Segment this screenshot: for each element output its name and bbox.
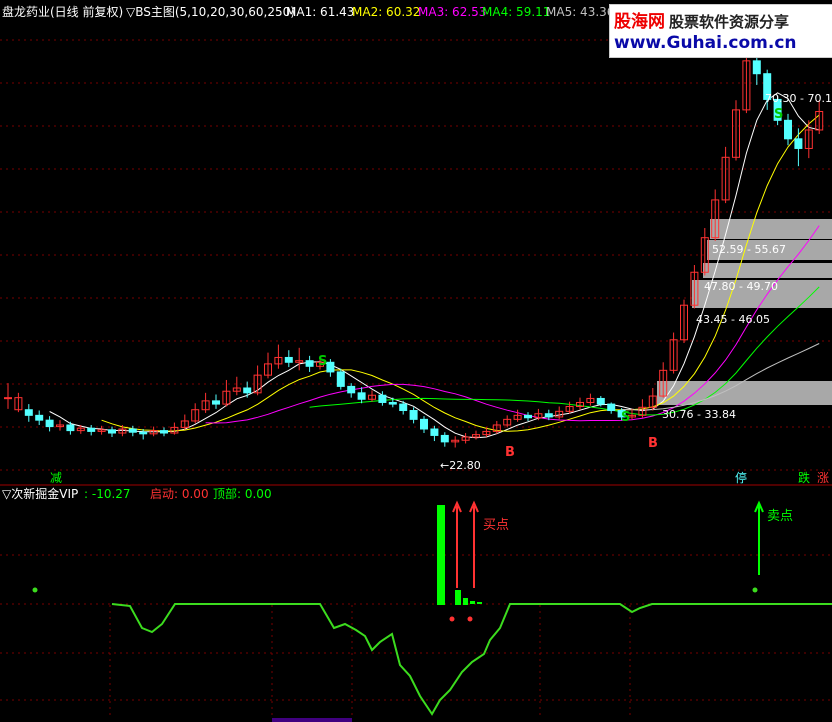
timeline-scroll[interactable] bbox=[272, 718, 352, 722]
fall-label: 跌 bbox=[798, 470, 810, 485]
candle-body bbox=[409, 410, 418, 420]
watermark-url: www.Guhai.com.cn bbox=[614, 33, 797, 53]
stock-chart: 盘龙药业(日线 前复权) ▽BS主图(5,10,20,30,60,250) MA… bbox=[0, 4, 832, 722]
signal-bar bbox=[477, 602, 482, 604]
price-annotation: 52.59 - 55.67 bbox=[712, 243, 786, 256]
candle-body bbox=[45, 419, 54, 428]
candle-body bbox=[399, 403, 408, 412]
ma4-label: MA4: 59.11 bbox=[482, 5, 550, 19]
low-price-annotation: ←22.80 bbox=[440, 459, 481, 472]
price-annotation: 70.30 - 70.1 bbox=[765, 92, 832, 105]
candle-body bbox=[35, 414, 44, 421]
halt-label: 停 bbox=[735, 470, 747, 485]
candle-body bbox=[596, 397, 605, 405]
price-zone bbox=[710, 219, 832, 239]
buy-signal: B bbox=[505, 445, 515, 460]
sell-signal: S bbox=[774, 107, 783, 122]
candle-body bbox=[440, 434, 449, 443]
candle-body bbox=[430, 428, 439, 436]
candle-body bbox=[160, 430, 168, 434]
candle-body bbox=[336, 371, 345, 387]
candle-body bbox=[87, 427, 96, 432]
candle-body bbox=[66, 424, 75, 432]
candle-body bbox=[128, 428, 137, 433]
reduce-label: 减 bbox=[50, 471, 62, 485]
top-value: 顶部: 0.00 bbox=[213, 486, 272, 501]
oscillator bbox=[32, 500, 832, 716]
candle-body bbox=[24, 409, 33, 416]
signal-bar bbox=[437, 505, 445, 605]
candle-body bbox=[388, 401, 397, 405]
candle-body bbox=[284, 356, 293, 363]
signal-dot bbox=[32, 587, 38, 593]
candle-body bbox=[524, 414, 532, 419]
signal-dot bbox=[449, 616, 455, 622]
lower-grid bbox=[0, 554, 832, 718]
ma2-label: MA2: 60.32 bbox=[352, 5, 420, 19]
signal-dot bbox=[467, 616, 473, 622]
sell-point-label: 卖点 bbox=[767, 509, 793, 524]
candle-body bbox=[347, 385, 356, 394]
candle-body bbox=[357, 392, 366, 400]
price-annotation: 43.45 - 46.05 bbox=[696, 313, 770, 326]
candle-body bbox=[752, 60, 761, 75]
candle-body bbox=[326, 361, 335, 373]
candle-body bbox=[305, 360, 314, 367]
candle-body bbox=[4, 397, 12, 400]
candle-body bbox=[378, 394, 387, 403]
sub-indicator-name[interactable]: ▽次新掘金VIP bbox=[2, 486, 78, 501]
watermark-logo: 股海网 股票软件资源分享 www.Guhai.com.cn bbox=[609, 4, 832, 58]
sell-signal: S bbox=[318, 354, 327, 369]
buy-signal: B bbox=[648, 436, 658, 451]
sub-indicator-value: : -10.27 bbox=[84, 487, 131, 501]
ma5-label: MA5: 43.36 bbox=[546, 5, 614, 19]
candle-body bbox=[784, 119, 792, 140]
candle-body bbox=[139, 431, 148, 435]
signal-bar bbox=[463, 598, 468, 605]
candle-body bbox=[794, 138, 803, 149]
ma3-label: MA3: 62.53 bbox=[418, 5, 486, 19]
candle-body bbox=[420, 418, 428, 430]
candle-body bbox=[544, 413, 553, 418]
sell-signal: S bbox=[621, 410, 630, 425]
candle-body bbox=[243, 387, 252, 394]
signal-dot bbox=[752, 587, 758, 593]
start-value: 启动: 0.00 bbox=[150, 487, 209, 501]
signal-bar bbox=[455, 590, 461, 605]
price-annotation: 30.76 - 33.84 bbox=[662, 408, 736, 421]
watermark-slogan: 股票软件资源分享 bbox=[669, 13, 790, 31]
watermark-brand: 股海网 bbox=[614, 12, 665, 32]
candle-body bbox=[108, 429, 116, 434]
price-annotation: 47.80 - 49.70 bbox=[704, 280, 778, 293]
stock-title: 盘龙药业(日线 前复权) bbox=[2, 4, 123, 19]
indicator-name[interactable]: ▽BS主图(5,10,20,30,60,250) bbox=[126, 5, 295, 19]
price-zone bbox=[703, 263, 832, 278]
candle-body bbox=[212, 400, 220, 405]
rise-label: 涨 bbox=[817, 470, 829, 485]
signal-bar bbox=[470, 601, 475, 604]
candle-body bbox=[607, 403, 616, 412]
buy-point-label: 买点 bbox=[483, 518, 509, 533]
ma1-label: MA1: 61.43 bbox=[286, 5, 354, 19]
